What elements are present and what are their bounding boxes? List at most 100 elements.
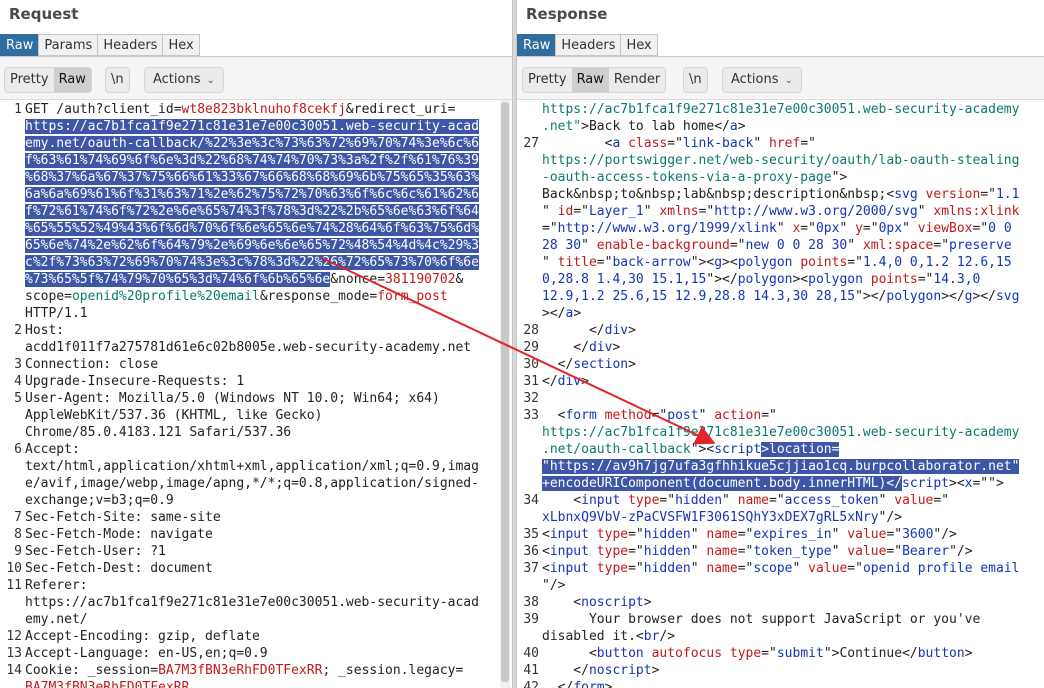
code-line: " id="Layer_1" xmlns="http://www.w3.org/…: [542, 203, 1019, 220]
code-line: e/avif,image/webp,image/apng,*/*;q=0.8,a…: [25, 475, 479, 492]
code-token: ": [542, 255, 558, 270]
response-pane: Response Raw Headers Hex Pretty Raw Rend…: [517, 0, 1044, 688]
request-scrollbar-thumb[interactable]: [501, 102, 509, 682]
request-raw-button[interactable]: Raw: [53, 68, 91, 92]
request-tab-params[interactable]: Params: [38, 34, 99, 56]
code-token: Accept-Language: en-US,en;q=0.9: [25, 646, 268, 661]
request-editor[interactable]: 1 GET /auth?client_id=wt8e823bklnuhof8cek…: [0, 100, 500, 688]
code-token: https://ac7b1fca1f9e271c81e31e7e00c30051…: [542, 102, 1020, 117]
chevron-down-icon: ⌄: [784, 75, 793, 86]
code-token: Back&nbsp;to&nbsp;lab&nbsp;description&n…: [542, 187, 895, 202]
request-newline-button[interactable]: \n: [105, 67, 130, 93]
code-token: =": [628, 561, 644, 576]
code-token: Accept-Encoding: gzip, deflate: [25, 629, 260, 644]
response-render-button[interactable]: Render: [609, 68, 665, 92]
code-line: .net/oauth-callback"><script>location=: [542, 441, 840, 458]
request-pretty-button[interactable]: Pretty: [5, 68, 54, 92]
code-token: 14.3,0: [933, 272, 981, 287]
code-line: <input type="hidden" name="expires_in" v…: [542, 526, 957, 543]
code-token: y: [855, 221, 863, 236]
request-tab-raw[interactable]: Raw: [0, 34, 40, 56]
code-token: scope: [753, 561, 793, 576]
code-token: hidden: [643, 527, 691, 542]
code-token: =": [933, 493, 950, 508]
code-token: name: [737, 493, 770, 508]
response-title: Response: [526, 5, 608, 23]
code-token: section: [573, 357, 629, 372]
code-token: hidden: [643, 544, 691, 559]
line-number: 31: [523, 374, 539, 389]
code-token: class: [628, 136, 668, 151]
code-token: >: [628, 357, 636, 372]
code-token: >: [628, 323, 636, 338]
code-token: >: [651, 663, 660, 678]
response-tab-headers[interactable]: Headers: [555, 34, 622, 56]
code-token: =": [761, 408, 777, 423]
code-token: ": [776, 221, 793, 236]
code-token: =": [651, 408, 668, 423]
response-actions-dropdown[interactable]: Actions ⌄: [722, 67, 802, 93]
code-token: .net": [542, 119, 582, 134]
code-token: Your browser does not support JavaScript…: [542, 612, 981, 627]
response-newline-button[interactable]: \n: [683, 67, 708, 93]
code-line: </div>: [542, 373, 589, 390]
line-number: 41: [523, 663, 539, 678]
response-tab-hex[interactable]: Hex: [620, 34, 658, 56]
code-line: AppleWebKit/537.36 (KHTML, like Gecko): [25, 407, 322, 424]
code-token: scope=: [25, 289, 72, 304]
code-token: button: [596, 646, 644, 661]
request-actions-dropdown[interactable]: Actions ⌄: [144, 67, 224, 93]
code-token: polygon: [808, 272, 863, 287]
code-token: <: [542, 561, 550, 576]
code-line: HTTP/1.1: [25, 305, 88, 322]
line-number: 30: [523, 357, 539, 372]
response-pretty-button[interactable]: Pretty: [523, 68, 572, 92]
line-number: 37: [523, 561, 539, 576]
code-line: Sec-Fetch-User: ?1: [25, 543, 166, 560]
code-token: e/avif,image/webp,image/apng,*/*;q=0.8,a…: [25, 476, 479, 491]
code-line: Back&nbsp;to&nbsp;lab&nbsp;description&n…: [542, 186, 1019, 203]
code-token: http://www.w3.org/1999/xlink: [557, 221, 777, 236]
code-token: token_type: [753, 544, 832, 559]
code-token: input: [549, 544, 589, 559]
code-token: 0,28.8 1.4,30 15.1,15: [542, 272, 707, 287]
code-token: =": [769, 493, 785, 508]
code-token: action: [714, 408, 762, 423]
code-token: =": [886, 527, 903, 542]
code-token: value: [847, 527, 887, 542]
line-number: 13: [6, 646, 22, 661]
request-scrollbar[interactable]: [500, 100, 510, 688]
line-number: 8: [14, 527, 22, 542]
code-line: +encodeURIComponent(document.body.innerH…: [542, 475, 1004, 492]
request-tab-hex[interactable]: Hex: [162, 34, 200, 56]
code-token: ": [878, 493, 895, 508]
code-line: <input type="hidden" name="token_type" v…: [542, 543, 973, 560]
request-tab-headers[interactable]: Headers: [97, 34, 164, 56]
code-token: &response_mode=: [259, 289, 378, 304]
code-token: =": [659, 493, 676, 508]
code-token: svg: [894, 187, 918, 202]
response-raw-button[interactable]: Raw: [571, 68, 609, 92]
code-line: Connection: close: [25, 356, 158, 373]
code-line: </form>: [542, 679, 613, 688]
code-token: %65%55%52%49%43%6f%6d%70%6f%6e%65%6e%74%…: [25, 221, 479, 236]
code-token: disabled it.<: [542, 629, 644, 644]
code-token: =": [628, 527, 644, 542]
code-line: Your browser does not support JavaScript…: [542, 611, 980, 628]
code-token: 12.9,1.2 25.6,15 12.9,28.8 14.3,30 28,15: [542, 289, 856, 304]
response-tab-raw[interactable]: Raw: [517, 34, 557, 56]
code-token: title: [557, 255, 597, 270]
line-number: 4: [14, 374, 22, 389]
code-line: https://portswigger.net/web-security/oau…: [542, 152, 1019, 169]
code-token: ": [698, 408, 715, 423]
code-token: =": [800, 136, 816, 151]
response-editor[interactable]: https://ac7b1fca1f9e271c81e31e7e00c30051…: [517, 100, 1032, 688]
code-token: >: [604, 680, 613, 688]
code-line: " title="back-arrow"><g><polygon points=…: [542, 254, 1012, 271]
code-line: -oauth-access-tokens-via-a-proxy-page">: [542, 169, 847, 186]
code-token: form_post: [377, 289, 448, 304]
code-token: script: [714, 442, 762, 457]
